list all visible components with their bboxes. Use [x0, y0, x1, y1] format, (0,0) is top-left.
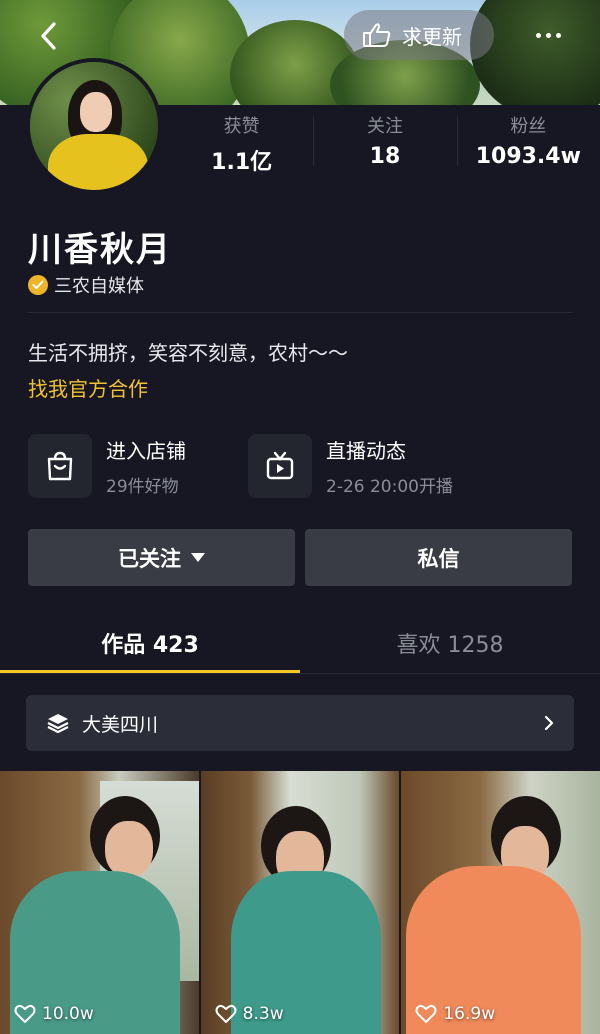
request-update-label: 求更新	[402, 24, 462, 49]
avatar[interactable]	[26, 58, 162, 194]
stat-likes[interactable]: 获赞 1.1亿	[170, 112, 313, 175]
stat-followers-label: 粉丝	[510, 116, 547, 137]
heart-icon	[14, 1004, 36, 1023]
collection-entry[interactable]: 大美四川	[26, 695, 574, 751]
heart-icon	[215, 1004, 237, 1023]
stat-following-label: 关注	[366, 116, 403, 137]
video-grid: 10.0w 8.3w 16.9w	[0, 771, 600, 1034]
cooperation-link[interactable]: 找我官方合作	[28, 373, 148, 402]
layers-icon	[47, 714, 69, 734]
live-entry[interactable]: 直播动态 2-26 20:00开播	[248, 434, 453, 498]
video-likes-count: 16.9w	[443, 1004, 496, 1024]
stat-following-value: 18	[369, 144, 401, 169]
video-likes-count: 10.0w	[42, 1004, 94, 1024]
video-likes-count: 8.3w	[242, 1004, 284, 1024]
divider	[28, 312, 572, 313]
stat-likes-label: 获赞	[223, 116, 260, 137]
shop-subtitle: 29件好物	[106, 477, 179, 497]
content-tabs: 作品 423 喜欢 1258	[0, 612, 600, 674]
shop-title: 进入店铺	[106, 439, 186, 463]
collection-label: 大美四川	[82, 713, 159, 736]
profile-bio: 生活不拥挤，笑容不刻意，农村～～	[28, 341, 348, 365]
message-button[interactable]: 私信	[305, 529, 572, 586]
hand-point-icon	[363, 23, 391, 47]
video-thumbnail[interactable]: 8.3w	[200, 771, 400, 1034]
video-likes: 16.9w	[415, 1004, 495, 1024]
video-likes: 10.0w	[14, 1004, 94, 1024]
video-thumbnail[interactable]: 10.0w	[0, 771, 199, 1034]
certification-badge: 三农自媒体	[28, 272, 144, 298]
request-update-button[interactable]: 求更新	[344, 10, 494, 60]
profile-stats: 获赞 1.1亿 关注 18 粉丝 1093.4w	[170, 112, 600, 175]
tab-likes[interactable]: 喜欢 1258	[300, 612, 600, 673]
shop-entry[interactable]: 进入店铺 29件好物	[28, 434, 186, 498]
more-options-button[interactable]	[528, 20, 568, 50]
shopping-bag-icon	[28, 434, 92, 498]
video-likes: 8.3w	[215, 1004, 284, 1024]
caret-down-icon	[191, 553, 205, 562]
chevron-right-icon	[544, 715, 554, 731]
message-label: 私信	[417, 546, 460, 571]
stat-followers-value: 1093.4w	[475, 144, 581, 169]
back-button[interactable]	[30, 18, 66, 54]
tv-icon	[248, 434, 312, 498]
tab-works[interactable]: 作品 423	[0, 612, 300, 673]
following-button[interactable]: 已关注	[28, 529, 295, 586]
stat-followers[interactable]: 粉丝 1093.4w	[456, 112, 600, 172]
live-title: 直播动态	[326, 439, 406, 463]
profile-name: 川香秋月	[28, 230, 172, 270]
video-thumbnail[interactable]: 16.9w	[401, 771, 600, 1034]
chevron-left-icon	[41, 22, 56, 50]
following-label: 已关注	[118, 546, 181, 571]
live-subtitle: 2-26 20:00开播	[326, 477, 453, 497]
verified-check-icon	[28, 275, 48, 295]
stat-following[interactable]: 关注 18	[313, 112, 456, 172]
stat-likes-value: 1.1亿	[211, 150, 273, 175]
heart-icon	[415, 1004, 437, 1023]
more-dots-icon	[535, 32, 541, 38]
certification-label: 三农自媒体	[54, 276, 144, 297]
